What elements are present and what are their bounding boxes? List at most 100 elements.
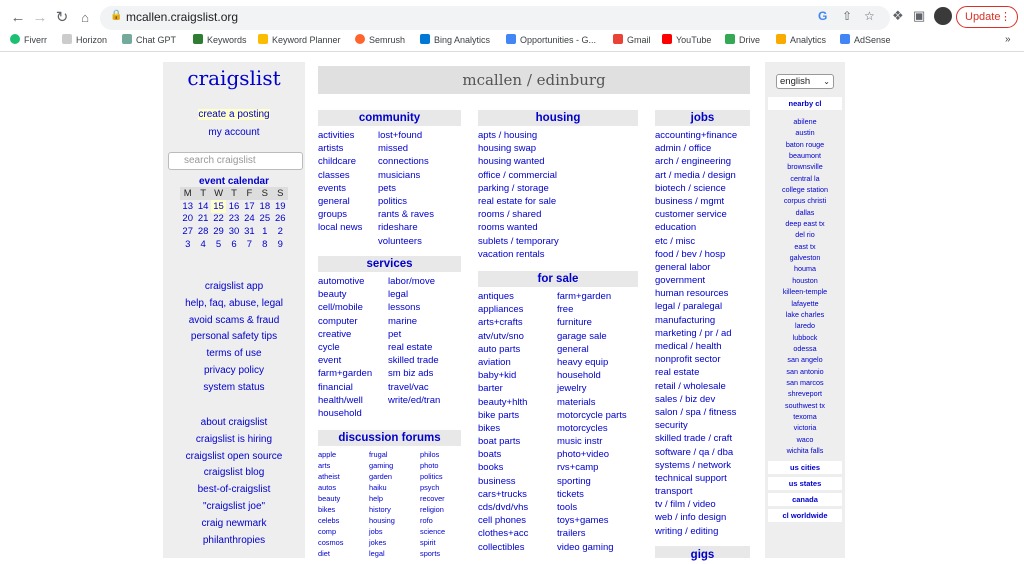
bookmark-star-icon[interactable]: ☆ bbox=[864, 9, 875, 23]
category-link[interactable]: connections bbox=[378, 155, 434, 168]
section-community-heading[interactable]: community bbox=[318, 110, 461, 126]
section-jobs-heading[interactable]: jobs bbox=[655, 110, 750, 126]
section-forsale-heading[interactable]: for sale bbox=[478, 271, 638, 287]
category-link[interactable]: toys+games bbox=[557, 514, 627, 527]
category-link[interactable]: software / qa / dba bbox=[655, 446, 737, 459]
calendar-day[interactable]: 22 bbox=[211, 213, 226, 226]
sidebar-link[interactable]: about craigslist bbox=[163, 415, 305, 432]
forum-link[interactable]: atheist bbox=[318, 471, 343, 482]
calendar-day[interactable]: 20 bbox=[180, 213, 195, 226]
category-link[interactable]: rooms / shared bbox=[478, 208, 559, 221]
forum-link[interactable]: religion bbox=[420, 504, 445, 515]
category-link[interactable]: antiques bbox=[478, 290, 528, 303]
category-link[interactable]: legal bbox=[388, 288, 440, 301]
category-link[interactable]: general bbox=[318, 195, 362, 208]
nearby-city-link[interactable]: san antonio bbox=[768, 366, 842, 377]
nearby-city-link[interactable]: houma bbox=[768, 263, 842, 274]
category-link[interactable]: real estate for sale bbox=[478, 195, 559, 208]
category-link[interactable]: rants & raves bbox=[378, 208, 434, 221]
category-link[interactable]: classes bbox=[318, 169, 362, 182]
share-icon[interactable]: ⇧ bbox=[842, 9, 852, 23]
nearby-city-link[interactable]: wichita falls bbox=[768, 445, 842, 456]
category-link[interactable]: real estate bbox=[388, 341, 440, 354]
category-link[interactable]: pets bbox=[378, 182, 434, 195]
forum-link[interactable]: photo bbox=[420, 460, 445, 471]
category-link[interactable]: lost+found bbox=[378, 129, 434, 142]
us-states-link[interactable]: us states bbox=[768, 477, 842, 490]
category-link[interactable]: accounting+finance bbox=[655, 129, 737, 142]
nearby-city-link[interactable]: shreveport bbox=[768, 388, 842, 399]
forum-link[interactable]: history bbox=[369, 504, 395, 515]
cl-worldwide-link[interactable]: cl worldwide bbox=[768, 509, 842, 522]
category-link[interactable]: rideshare bbox=[378, 221, 434, 234]
calendar-day[interactable]: 31 bbox=[242, 225, 257, 238]
forum-link[interactable]: sports bbox=[420, 548, 445, 559]
nearby-city-link[interactable]: beaumont bbox=[768, 150, 842, 161]
category-link[interactable]: cycle bbox=[318, 341, 372, 354]
calendar-day[interactable]: 3 bbox=[180, 238, 195, 251]
category-link[interactable]: free bbox=[557, 303, 627, 316]
forum-link[interactable]: frugal bbox=[369, 449, 395, 460]
language-select[interactable]: english ⌄ bbox=[776, 74, 834, 89]
category-link[interactable]: rooms wanted bbox=[478, 221, 559, 234]
calendar-day[interactable]: 16 bbox=[226, 200, 241, 213]
bookmark-horizon[interactable]: Horizon bbox=[62, 34, 107, 45]
address-bar[interactable]: 🔒 mcallen.craigslist.org G ⇧ ☆ bbox=[100, 6, 890, 30]
category-link[interactable]: business bbox=[478, 475, 528, 488]
nearby-city-link[interactable]: lake charles bbox=[768, 309, 842, 320]
category-link[interactable]: parking / storage bbox=[478, 182, 559, 195]
category-link[interactable]: music instr bbox=[557, 435, 627, 448]
category-link[interactable]: materials bbox=[557, 396, 627, 409]
category-link[interactable]: labor/move bbox=[388, 275, 440, 288]
category-link[interactable]: activities bbox=[318, 129, 362, 142]
forum-link[interactable]: science bbox=[420, 526, 445, 537]
nearby-city-link[interactable]: del rio bbox=[768, 229, 842, 240]
category-link[interactable]: sublets / temporary bbox=[478, 235, 559, 248]
forum-link[interactable]: jokes bbox=[369, 537, 395, 548]
category-link[interactable]: aviation bbox=[478, 356, 528, 369]
forum-link[interactable]: philos bbox=[420, 449, 445, 460]
category-link[interactable]: customer service bbox=[655, 208, 737, 221]
category-link[interactable]: tools bbox=[557, 501, 627, 514]
nearby-city-link[interactable]: waco bbox=[768, 434, 842, 445]
category-link[interactable]: beauty bbox=[318, 288, 372, 301]
calendar-day[interactable]: 7 bbox=[242, 238, 257, 251]
calendar-day[interactable]: 25 bbox=[257, 213, 272, 226]
bookmark-fiverr[interactable]: Fiverr bbox=[10, 34, 47, 45]
nearby-city-link[interactable]: deep east tx bbox=[768, 218, 842, 229]
category-link[interactable]: video gaming bbox=[557, 541, 627, 554]
category-link[interactable]: retail / wholesale bbox=[655, 380, 737, 393]
category-link[interactable]: housing swap bbox=[478, 142, 559, 155]
forum-link[interactable]: comp bbox=[318, 526, 343, 537]
calendar-day[interactable]: 18 bbox=[257, 200, 272, 213]
profile-avatar-icon[interactable] bbox=[934, 7, 952, 25]
forum-link[interactable]: recover bbox=[420, 493, 445, 504]
category-link[interactable]: creative bbox=[318, 328, 372, 341]
nearby-city-link[interactable]: san angelo bbox=[768, 354, 842, 365]
category-link[interactable]: cell/mobile bbox=[318, 301, 372, 314]
calendar-day[interactable]: 1 bbox=[257, 225, 272, 238]
home-icon[interactable]: ⌂ bbox=[75, 8, 95, 28]
category-link[interactable]: atv/utv/sno bbox=[478, 330, 528, 343]
category-link[interactable]: skilled trade / craft bbox=[655, 432, 737, 445]
category-link[interactable]: baby+kid bbox=[478, 369, 528, 382]
calendar-day[interactable]: 8 bbox=[257, 238, 272, 251]
sidebar-link[interactable]: craigslist open source bbox=[163, 449, 305, 466]
bookmark-adsense[interactable]: AdSense bbox=[840, 34, 891, 45]
event-calendar-title[interactable]: event calendar bbox=[163, 176, 305, 187]
category-link[interactable]: bike parts bbox=[478, 409, 528, 422]
forum-link[interactable]: diet bbox=[318, 548, 343, 559]
category-link[interactable]: musicians bbox=[378, 169, 434, 182]
nearby-city-link[interactable]: dallas bbox=[768, 207, 842, 218]
category-link[interactable]: transport bbox=[655, 485, 737, 498]
category-link[interactable]: office / commercial bbox=[478, 169, 559, 182]
category-link[interactable]: arts+crafts bbox=[478, 316, 528, 329]
bookmark-youtube[interactable]: YouTube bbox=[662, 34, 711, 45]
category-link[interactable]: general bbox=[557, 343, 627, 356]
nearby-city-link[interactable]: laredo bbox=[768, 320, 842, 331]
nearby-city-link[interactable]: lafayette bbox=[768, 298, 842, 309]
calendar-day[interactable]: 14 bbox=[195, 200, 210, 213]
forum-link[interactable]: politics bbox=[420, 471, 445, 482]
category-link[interactable]: politics bbox=[378, 195, 434, 208]
nearby-city-link[interactable]: lubbock bbox=[768, 332, 842, 343]
